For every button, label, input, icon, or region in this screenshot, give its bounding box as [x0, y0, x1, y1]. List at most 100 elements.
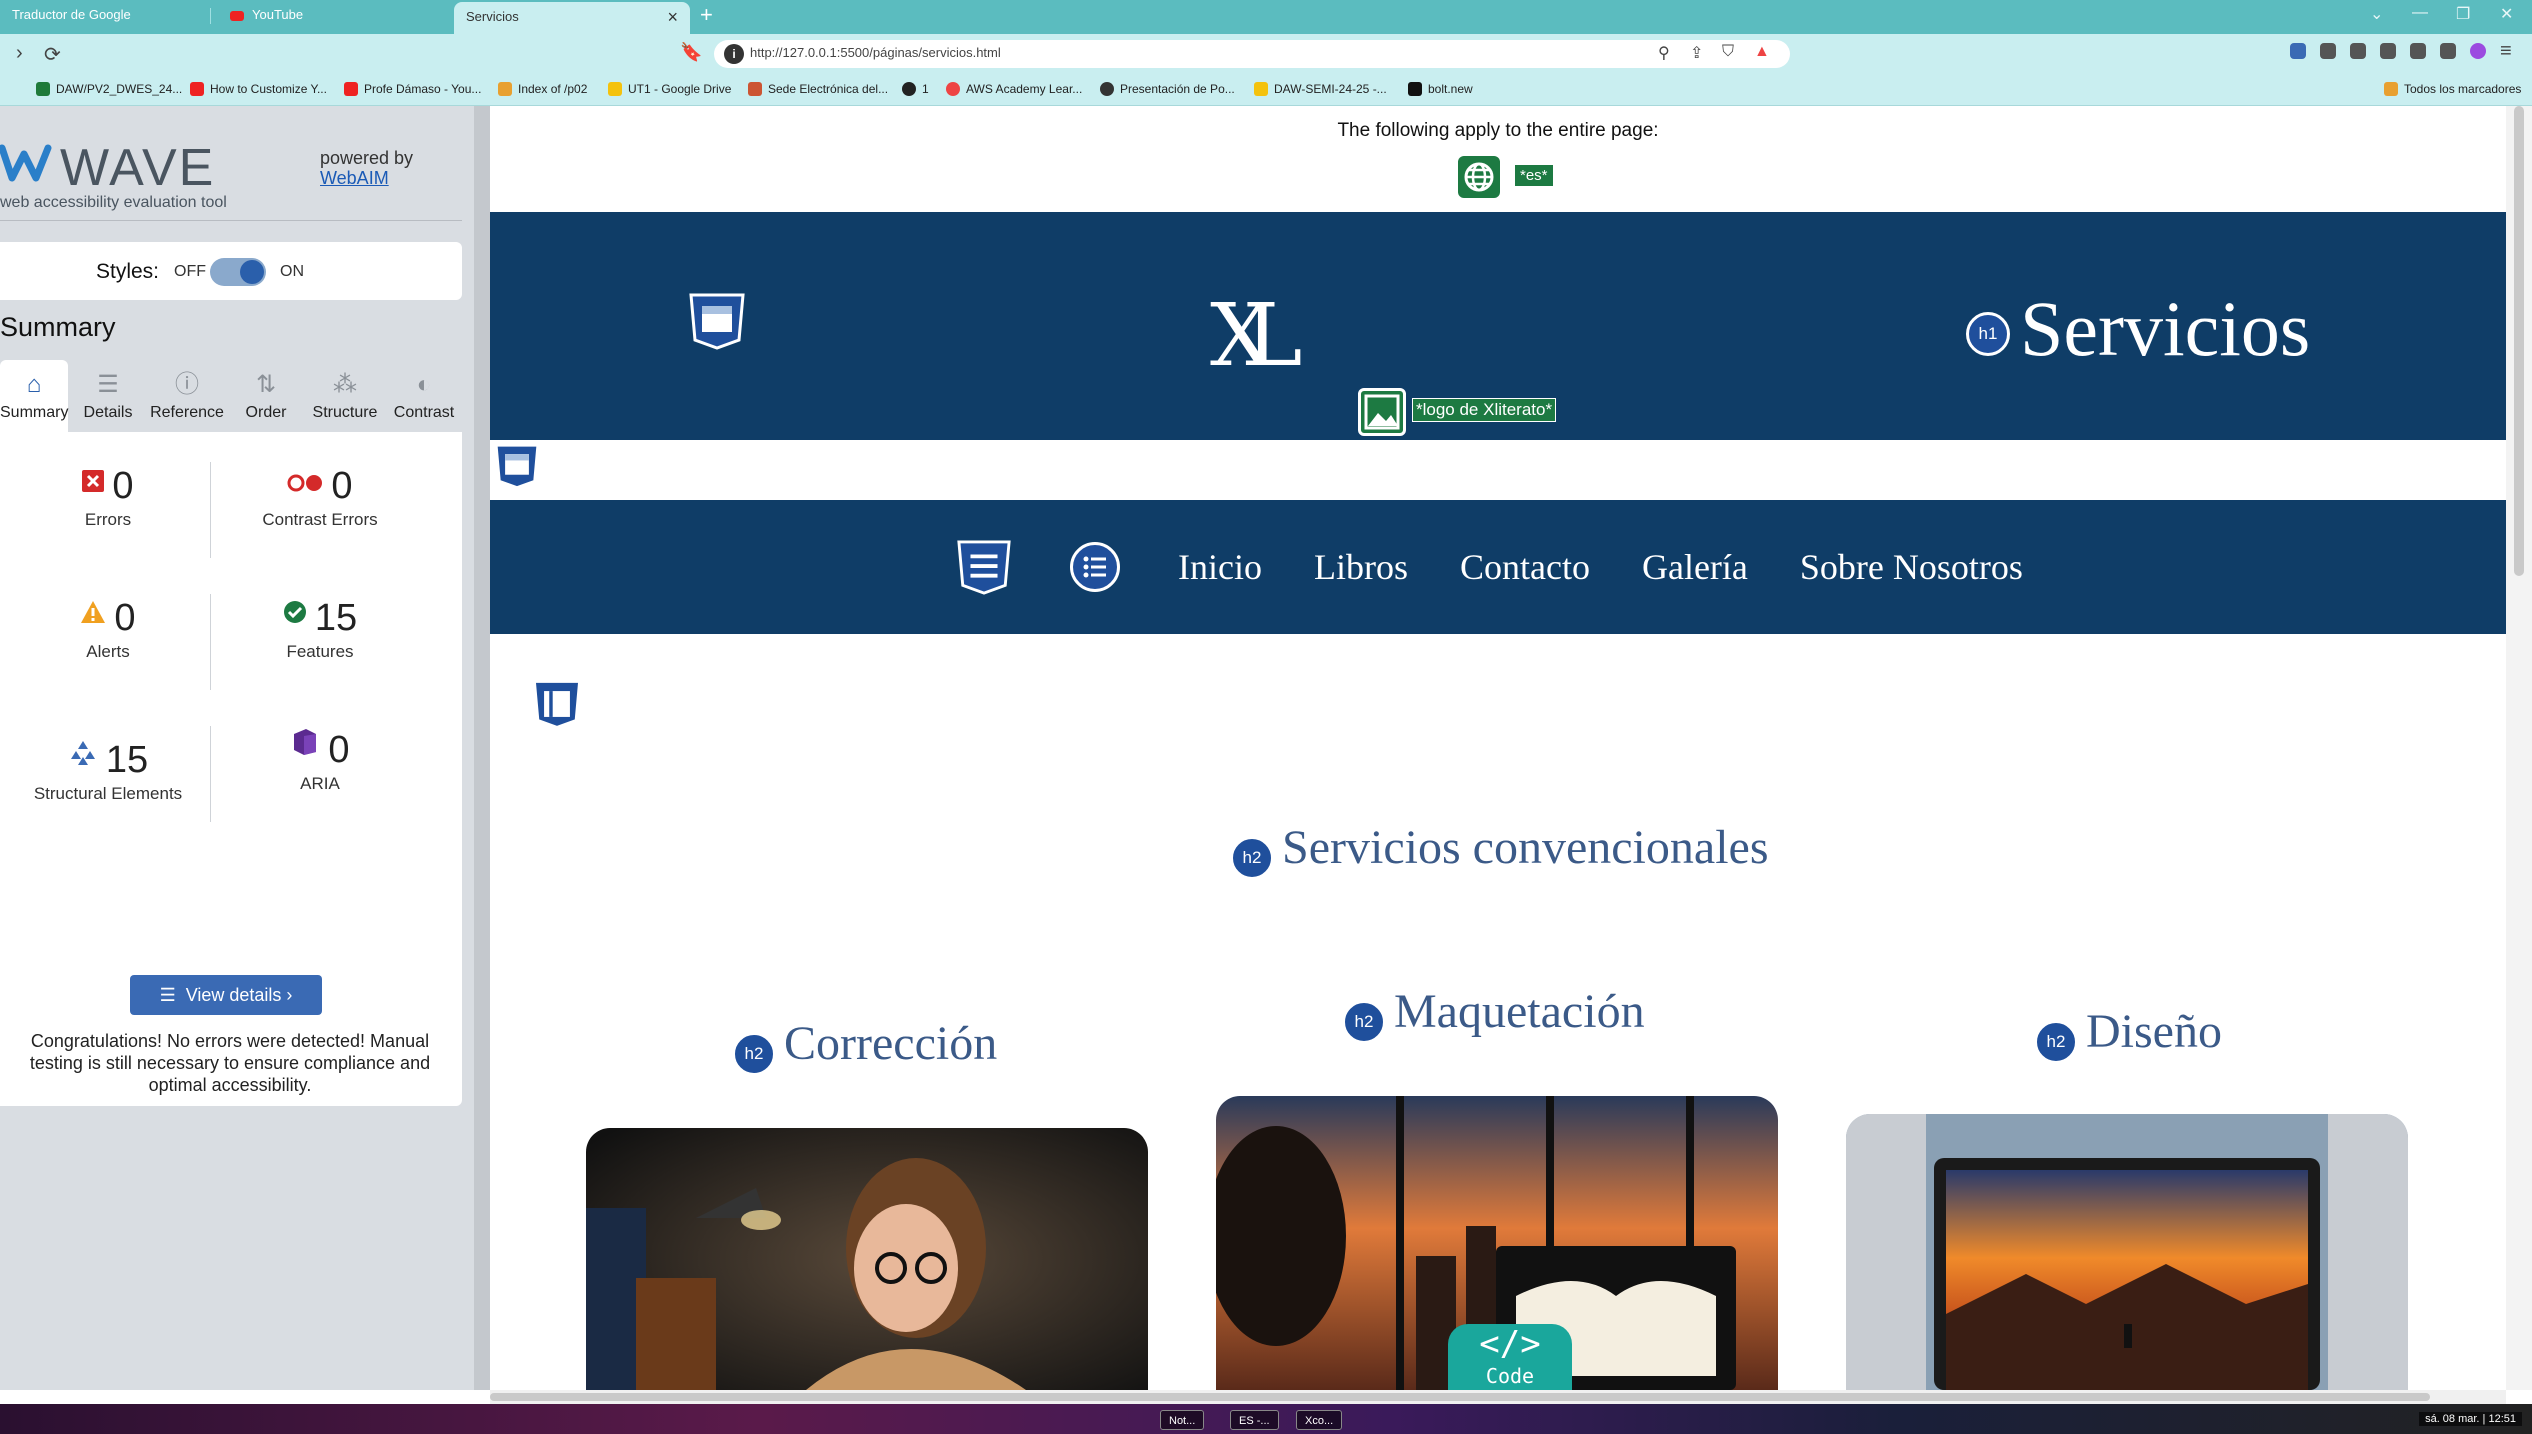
- bookmark-label: Presentación de Po...: [1120, 82, 1235, 96]
- bookmark-label: Sede Electrónica del...: [768, 82, 889, 96]
- all-bookmarks[interactable]: Todos los marcadores: [2384, 82, 2521, 96]
- bookmark-item[interactable]: AWS Academy Lear...: [946, 82, 1082, 96]
- bookmark-item[interactable]: Index of /p02: [498, 82, 587, 96]
- view-details-label: View details ›: [185, 985, 293, 1005]
- youtube-icon: [344, 82, 358, 96]
- features-count: 15: [314, 597, 358, 639]
- bookmark-item[interactable]: bolt.new: [1408, 82, 1473, 96]
- h1-badge-icon[interactable]: h1: [1966, 312, 2010, 356]
- forward-icon[interactable]: ›: [16, 42, 23, 65]
- summary-heading: Summary: [0, 312, 116, 342]
- close-window-icon[interactable]: ✕: [2500, 4, 2513, 24]
- nav-link-contacto[interactable]: Contacto: [1460, 546, 1590, 588]
- image-alt-icon[interactable]: [1358, 388, 1406, 436]
- extensions-icon[interactable]: [2320, 43, 2336, 59]
- nav-link-sobre-nosotros[interactable]: Sobre Nosotros: [1800, 546, 2023, 588]
- page-vertical-scrollbar[interactable]: [2506, 106, 2532, 1390]
- webaim-link[interactable]: WebAIM: [320, 168, 389, 189]
- alerts-label: Alerts: [86, 642, 130, 661]
- alert-extension-icon[interactable]: ▲: [1754, 43, 1770, 61]
- tab-search-icon[interactable]: ⌄: [2370, 4, 2383, 24]
- bookmark-label: Todos los marcadores: [2404, 82, 2522, 96]
- site-logo[interactable]: XL: [1210, 286, 1302, 386]
- h2-badge-icon[interactable]: h2: [2034, 1020, 2078, 1064]
- styles-toggle[interactable]: [210, 258, 266, 286]
- bookmark-favicon-icon: [36, 82, 50, 96]
- taskbar-item[interactable]: Xco...: [1296, 1410, 1343, 1430]
- leo-icon[interactable]: [2410, 43, 2426, 59]
- settings-icon[interactable]: [2440, 43, 2456, 59]
- alerts-stat: 0 Alerts: [8, 596, 208, 662]
- h2-badge-icon[interactable]: h2: [1230, 836, 1274, 880]
- code-icon[interactable]: </> Code: [1448, 1324, 1572, 1390]
- scrollbar-thumb[interactable]: [2514, 106, 2524, 576]
- scrollbar-thumb[interactable]: [490, 1393, 2430, 1401]
- tab-reference[interactable]: ⓘ Reference: [146, 360, 228, 432]
- sidebar-scrollbar[interactable]: [474, 106, 490, 1390]
- bookmark-item[interactable]: How to Customize Y...: [190, 82, 327, 96]
- tab-google-translate[interactable]: Traductor de Google: [0, 0, 210, 30]
- bookmark-item[interactable]: Presentación de Po...: [1100, 82, 1235, 96]
- page-horizontal-scrollbar[interactable]: [490, 1390, 2506, 1404]
- header-landmark-icon[interactable]: [688, 292, 746, 350]
- tab-details[interactable]: ☰ Details: [70, 360, 146, 432]
- bolt-icon: [1408, 82, 1422, 96]
- zoom-icon[interactable]: ⚲: [1658, 43, 1670, 63]
- wave-extension-icon[interactable]: [2290, 43, 2306, 59]
- tab-order[interactable]: ⇅ Order: [228, 360, 304, 432]
- new-tab-button[interactable]: +: [700, 2, 713, 28]
- list-icon[interactable]: [1070, 542, 1120, 592]
- structural-stat: 15 Structural Elements: [8, 738, 208, 804]
- tab-label: Order: [245, 404, 287, 421]
- nav-link-galeria[interactable]: Galería: [1642, 546, 1748, 588]
- image-icon: [1364, 394, 1400, 430]
- reload-icon[interactable]: ⟳: [44, 42, 61, 67]
- aws-icon: [946, 82, 960, 96]
- bookmark-item[interactable]: Profe Dámaso - You...: [344, 82, 481, 96]
- tab-structure[interactable]: ⁂ Structure: [304, 360, 386, 432]
- main-content-landmark-icon[interactable]: [532, 678, 582, 730]
- share-icon[interactable]: ⇪: [1690, 43, 1703, 63]
- main-landmark-icon[interactable]: [494, 442, 540, 490]
- tab-contrast[interactable]: ◐ Contrast: [386, 360, 462, 432]
- h2-badge-icon[interactable]: h2: [1342, 1000, 1386, 1044]
- h2-badge-icon[interactable]: h2: [732, 1032, 776, 1076]
- restore-icon[interactable]: ❐: [2456, 4, 2470, 24]
- bookmark-item[interactable]: DAW/PV2_DWES_24...: [36, 82, 182, 96]
- taskbar-item[interactable]: ES -...: [1230, 1410, 1279, 1430]
- menu-icon[interactable]: ≡: [2500, 40, 2512, 63]
- tab-servicios[interactable]: Servicios ×: [454, 2, 690, 34]
- bookmark-item[interactable]: Sede Electrónica del...: [748, 82, 888, 96]
- sidebar-icon[interactable]: [2350, 43, 2366, 59]
- shield-icon[interactable]: ⛉: [1722, 43, 1734, 61]
- list-icon: ☰: [159, 985, 186, 1005]
- divider: [210, 726, 211, 822]
- nav-landmark-icon[interactable]: [956, 538, 1012, 596]
- tab-label: YouTube: [252, 7, 304, 22]
- minimize-icon[interactable]: —: [2412, 4, 2428, 22]
- taskbar-item[interactable]: Not...: [1160, 1410, 1205, 1430]
- google-drive-icon: [1254, 82, 1268, 96]
- nav-link-libros[interactable]: Libros: [1314, 546, 1408, 588]
- tab-youtube[interactable]: YouTube: [218, 0, 448, 30]
- bookmark-item[interactable]: UT1 - Google Drive: [608, 82, 731, 96]
- info-icon: ⓘ: [175, 371, 199, 398]
- structural-label: Structural Elements: [33, 784, 183, 803]
- styles-off-label: OFF: [174, 263, 206, 280]
- tab-summary[interactable]: ⌂ Summary: [0, 360, 68, 432]
- card-title-correccion: Corrección: [784, 1017, 998, 1070]
- wave-logo-icon: [0, 144, 52, 182]
- nav-link-inicio[interactable]: Inicio: [1178, 546, 1262, 588]
- bookmark-item[interactable]: 1: [902, 82, 929, 96]
- close-tab-icon[interactable]: ×: [667, 2, 678, 32]
- page-viewport: The following apply to the entire page: …: [490, 106, 2506, 1390]
- omnibox[interactable]: i http://127.0.0.1:5500/páginas/servicio…: [714, 40, 1790, 68]
- card-image-correccion: [586, 1128, 1148, 1390]
- site-info-icon[interactable]: i: [724, 44, 744, 64]
- view-details-button[interactable]: ☰ View details ›: [130, 975, 322, 1015]
- bookmark-item[interactable]: DAW-SEMI-24-25 -...: [1254, 82, 1387, 96]
- profile-icon[interactable]: [2470, 43, 2486, 59]
- language-icon[interactable]: [1458, 156, 1500, 198]
- bookmark-page-icon[interactable]: 🔖: [680, 42, 702, 63]
- wallet-icon[interactable]: [2380, 43, 2396, 59]
